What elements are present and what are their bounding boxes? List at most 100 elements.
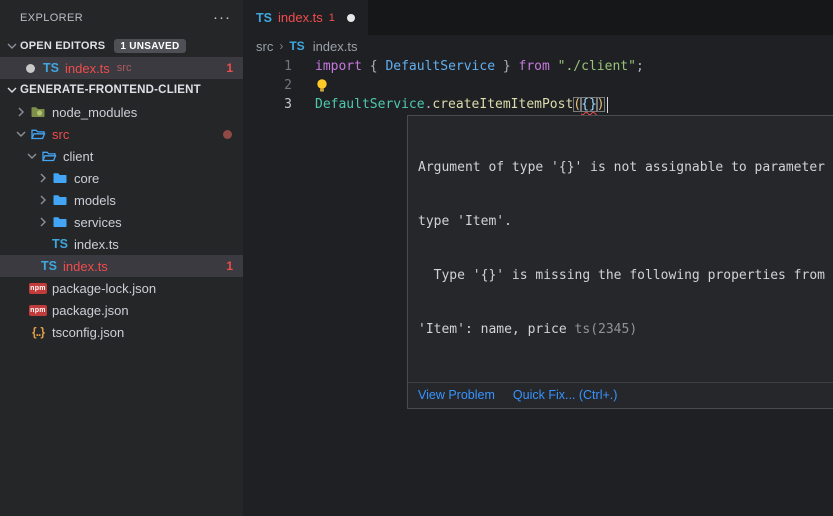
- lightbulb-icon[interactable]: [315, 78, 329, 93]
- tree-item-label: node_modules: [52, 105, 137, 120]
- explorer-title: EXPLORER: [20, 12, 83, 24]
- code-token: "./client": [558, 59, 636, 74]
- chevron-right-icon: [35, 170, 51, 186]
- tree-item-core[interactable]: core: [0, 167, 243, 189]
- json-braces-icon: {..}: [29, 324, 47, 340]
- tree-item-services[interactable]: services: [0, 211, 243, 233]
- typescript-icon: TS: [40, 258, 58, 274]
- code-token: DefaultService: [385, 59, 495, 74]
- code-token: ;: [636, 59, 644, 74]
- breadcrumb-file[interactable]: index.ts: [313, 39, 358, 54]
- error-message-line: 'Item': name, price ts(2345): [418, 321, 833, 339]
- error-message-line: Type '{}' is missing the following prope…: [418, 267, 833, 285]
- line-number: 1: [243, 59, 292, 74]
- npm-icon: npm: [29, 280, 47, 296]
- cursor-caret: [607, 97, 608, 113]
- tree-item-models[interactable]: models: [0, 189, 243, 211]
- tree-item-label: package.json: [52, 303, 129, 318]
- code-token: }: [495, 59, 518, 74]
- modified-dot-icon: [26, 64, 35, 73]
- error-count-badge: 1: [226, 61, 233, 75]
- tree-item-src-index-ts[interactable]: TS index.ts 1: [0, 255, 243, 277]
- chevron-right-icon: [13, 104, 29, 120]
- explorer-sidebar: EXPLORER ··· OPEN EDITORS 1 UNSAVED TS i…: [0, 0, 243, 516]
- code-token: DefaultService: [315, 97, 425, 112]
- npm-icon: npm: [29, 302, 47, 318]
- code-line[interactable]: 3 DefaultService.createItemItemPost({}): [243, 95, 833, 114]
- error-hover-tooltip: Argument of type '{}' is not assignable …: [407, 115, 833, 409]
- folder-icon: [51, 170, 69, 186]
- tree-item-label: models: [74, 193, 116, 208]
- breadcrumb: src › TS index.ts: [243, 35, 833, 57]
- code-token: (: [573, 97, 581, 112]
- typescript-icon: TS: [51, 236, 69, 252]
- tree-item-tsconfig-json[interactable]: {..} tsconfig.json: [0, 321, 243, 343]
- vscode-window: EXPLORER ··· OPEN EDITORS 1 UNSAVED TS i…: [0, 0, 833, 516]
- breadcrumb-folder[interactable]: src: [256, 39, 273, 54]
- breadcrumb-separator-icon: ›: [279, 39, 283, 53]
- open-editor-item-index-ts[interactable]: TS index.ts src 1: [0, 57, 243, 79]
- code-token: {: [362, 59, 385, 74]
- tree-item-label: client: [63, 149, 93, 164]
- tree-item-client[interactable]: client: [0, 145, 243, 167]
- error-message: Argument of type '{}' is not assignable …: [408, 116, 833, 382]
- tree-item-node-modules[interactable]: node_modules: [0, 101, 243, 123]
- code-text[interactable]: DefaultService.createItemItemPost({}): [315, 97, 608, 113]
- folder-icon: [51, 192, 69, 208]
- tree-item-label: index.ts: [63, 259, 108, 274]
- open-editors-section-header[interactable]: OPEN EDITORS 1 UNSAVED: [0, 35, 243, 57]
- unsaved-badge: 1 UNSAVED: [114, 39, 185, 53]
- tree-item-label: core: [74, 171, 99, 186]
- tab-bar: TS index.ts 1: [243, 0, 833, 35]
- folder-open-icon: [40, 148, 58, 164]
- line-number: 2: [243, 78, 292, 93]
- error-code: ts(2345): [575, 322, 638, 337]
- error-message-line: type 'Item'.: [418, 213, 833, 231]
- folder-icon: [51, 214, 69, 230]
- tree-item-label: package-lock.json: [52, 281, 156, 296]
- tree-item-src[interactable]: src: [0, 123, 243, 145]
- code-lines: 1 import { DefaultService } from "./clien…: [243, 57, 833, 114]
- code-text[interactable]: import { DefaultService } from "./client…: [315, 59, 644, 74]
- code-token: from: [519, 59, 550, 74]
- error-message-line: Argument of type '{}' is not assignable …: [418, 159, 833, 177]
- tab-title: index.ts: [278, 10, 323, 25]
- quick-fix-link[interactable]: Quick Fix... (Ctrl+.): [513, 388, 618, 402]
- tree-item-label: index.ts: [74, 237, 119, 252]
- tree-item-label: src: [52, 127, 69, 142]
- workspace-section-header[interactable]: GENERATE-FRONTEND-CLIENT: [0, 79, 243, 101]
- code-line[interactable]: 2: [243, 76, 833, 95]
- chevron-down-icon: [24, 148, 40, 164]
- tab-index-ts[interactable]: TS index.ts 1: [243, 0, 368, 35]
- chevron-right-icon: [35, 192, 51, 208]
- code-token: {}: [581, 97, 597, 112]
- chevron-down-icon: [13, 126, 29, 142]
- code-text[interactable]: [315, 78, 333, 93]
- code-line[interactable]: 1 import { DefaultService } from "./clien…: [243, 57, 833, 76]
- line-number: 3: [243, 97, 292, 112]
- view-problem-link[interactable]: View Problem: [418, 388, 495, 402]
- chevron-down-icon: [4, 38, 20, 54]
- tree-item-label: services: [74, 215, 122, 230]
- hover-actions-bar: View Problem Quick Fix... (Ctrl+.): [408, 382, 833, 408]
- folder-node-modules-icon: [29, 104, 47, 120]
- more-actions-icon[interactable]: ···: [213, 13, 231, 23]
- code-token: .: [425, 97, 433, 112]
- tree-item-label: tsconfig.json: [52, 325, 124, 340]
- typescript-icon: TS: [289, 39, 304, 53]
- folder-open-icon: [29, 126, 47, 142]
- workspace-name: GENERATE-FRONTEND-CLIENT: [20, 84, 201, 96]
- code-token: ): [597, 97, 605, 112]
- tree-item-package-json[interactable]: npm package.json: [0, 299, 243, 321]
- chevron-right-icon: [35, 214, 51, 230]
- tree-item-client-index-ts[interactable]: TS index.ts: [0, 233, 243, 255]
- unsaved-dot-icon[interactable]: [347, 14, 355, 22]
- code-token: import: [315, 59, 362, 74]
- typescript-icon: TS: [256, 11, 272, 25]
- open-editors-label: OPEN EDITORS: [20, 40, 105, 52]
- error-count-badge: 1: [226, 259, 233, 273]
- modified-indicator-dot: [223, 130, 232, 139]
- tab-error-count: 1: [329, 12, 335, 24]
- code-token: createItemItemPost: [432, 97, 573, 112]
- tree-item-package-lock-json[interactable]: npm package-lock.json: [0, 277, 243, 299]
